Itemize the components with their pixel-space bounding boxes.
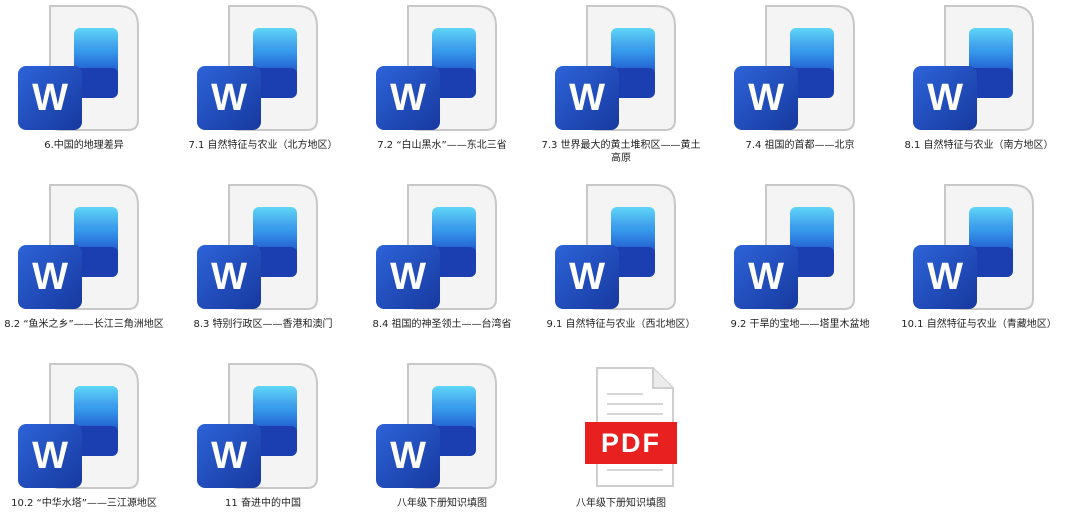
file-item[interactable]: W 7.2 “白山黑水”——东北三省	[358, 2, 526, 174]
file-item[interactable]: W 10.1 自然特征与农业（青藏地区）	[895, 181, 1063, 353]
file-item[interactable]: W 9.2 干旱的宝地——塔里木盆地	[716, 181, 884, 353]
file-name: 11 奋进中的中国	[225, 498, 301, 509]
file-item[interactable]: W 9.1 自然特征与农业（西北地区）	[537, 181, 705, 353]
file-name: 7.3 世界最大的黄土堆积区——黄土高原	[541, 140, 701, 164]
word-letter: W	[390, 256, 426, 298]
word-letter: W	[748, 256, 784, 298]
word-letter: W	[211, 435, 247, 477]
word-letter: W	[569, 256, 605, 298]
word-letter: W	[927, 77, 963, 119]
file-name: 9.1 自然特征与农业（西北地区）	[546, 319, 696, 330]
file-name: 8.2 “鱼米之乡”——长江三角洲地区	[4, 319, 164, 330]
file-item[interactable]: PDF 八年级下册知识填图	[537, 360, 705, 532]
word-letter: W	[32, 435, 68, 477]
file-item[interactable]: W 10.2 “中华水塔”——三江源地区	[0, 360, 168, 532]
word-letter: W	[32, 77, 68, 119]
file-name: 10.1 自然特征与农业（青藏地区）	[901, 319, 1057, 330]
file-item[interactable]: W 8.1 自然特征与农业（南方地区）	[895, 2, 1063, 174]
file-item[interactable]: W 8.2 “鱼米之乡”——长江三角洲地区	[0, 181, 168, 353]
file-item[interactable]: W 7.1 自然特征与农业（北方地区）	[179, 2, 347, 174]
word-letter: W	[748, 77, 784, 119]
file-item[interactable]: W 7.3 世界最大的黄土堆积区——黄土高原	[537, 2, 705, 174]
pdf-label: PDF	[601, 428, 661, 458]
file-name: 8.1 自然特征与农业（南方地区）	[904, 140, 1054, 151]
file-item[interactable]: W 八年级下册知识填图	[358, 360, 526, 532]
word-letter: W	[390, 435, 426, 477]
file-item[interactable]: W 6.中国的地理差异	[0, 2, 168, 174]
file-name: 8.3 特别行政区——香港和澳门	[193, 319, 333, 330]
file-item[interactable]: W 7.4 祖国的首都——北京	[716, 2, 884, 174]
file-name: 7.2 “白山黑水”——东北三省	[377, 140, 507, 151]
word-letter: W	[390, 77, 426, 119]
file-item[interactable]: W 8.4 祖国的神圣领土——台湾省	[358, 181, 526, 353]
word-letter: W	[569, 77, 605, 119]
file-name: 6.中国的地理差异	[44, 140, 124, 151]
file-name: 八年级下册知识填图	[397, 498, 487, 509]
file-name: 10.2 “中华水塔”——三江源地区	[11, 498, 157, 509]
file-name: 9.2 干旱的宝地——塔里木盆地	[730, 319, 870, 330]
word-letter: W	[927, 256, 963, 298]
file-name: 7.1 自然特征与农业（北方地区）	[188, 140, 338, 151]
file-item[interactable]: W 11 奋进中的中国	[179, 360, 347, 532]
file-item[interactable]: W 8.3 特别行政区——香港和澳门	[179, 181, 347, 353]
file-browser: { "files": [ {"name": "6.中国的地理差异", "type…	[0, 0, 1080, 511]
file-name: 7.4 祖国的首都——北京	[745, 140, 855, 151]
word-letter: W	[211, 256, 247, 298]
word-letter: W	[32, 256, 68, 298]
file-name: 8.4 祖国的神圣领土——台湾省	[372, 319, 512, 330]
word-letter: W	[211, 77, 247, 119]
file-name: 八年级下册知识填图	[576, 498, 666, 509]
